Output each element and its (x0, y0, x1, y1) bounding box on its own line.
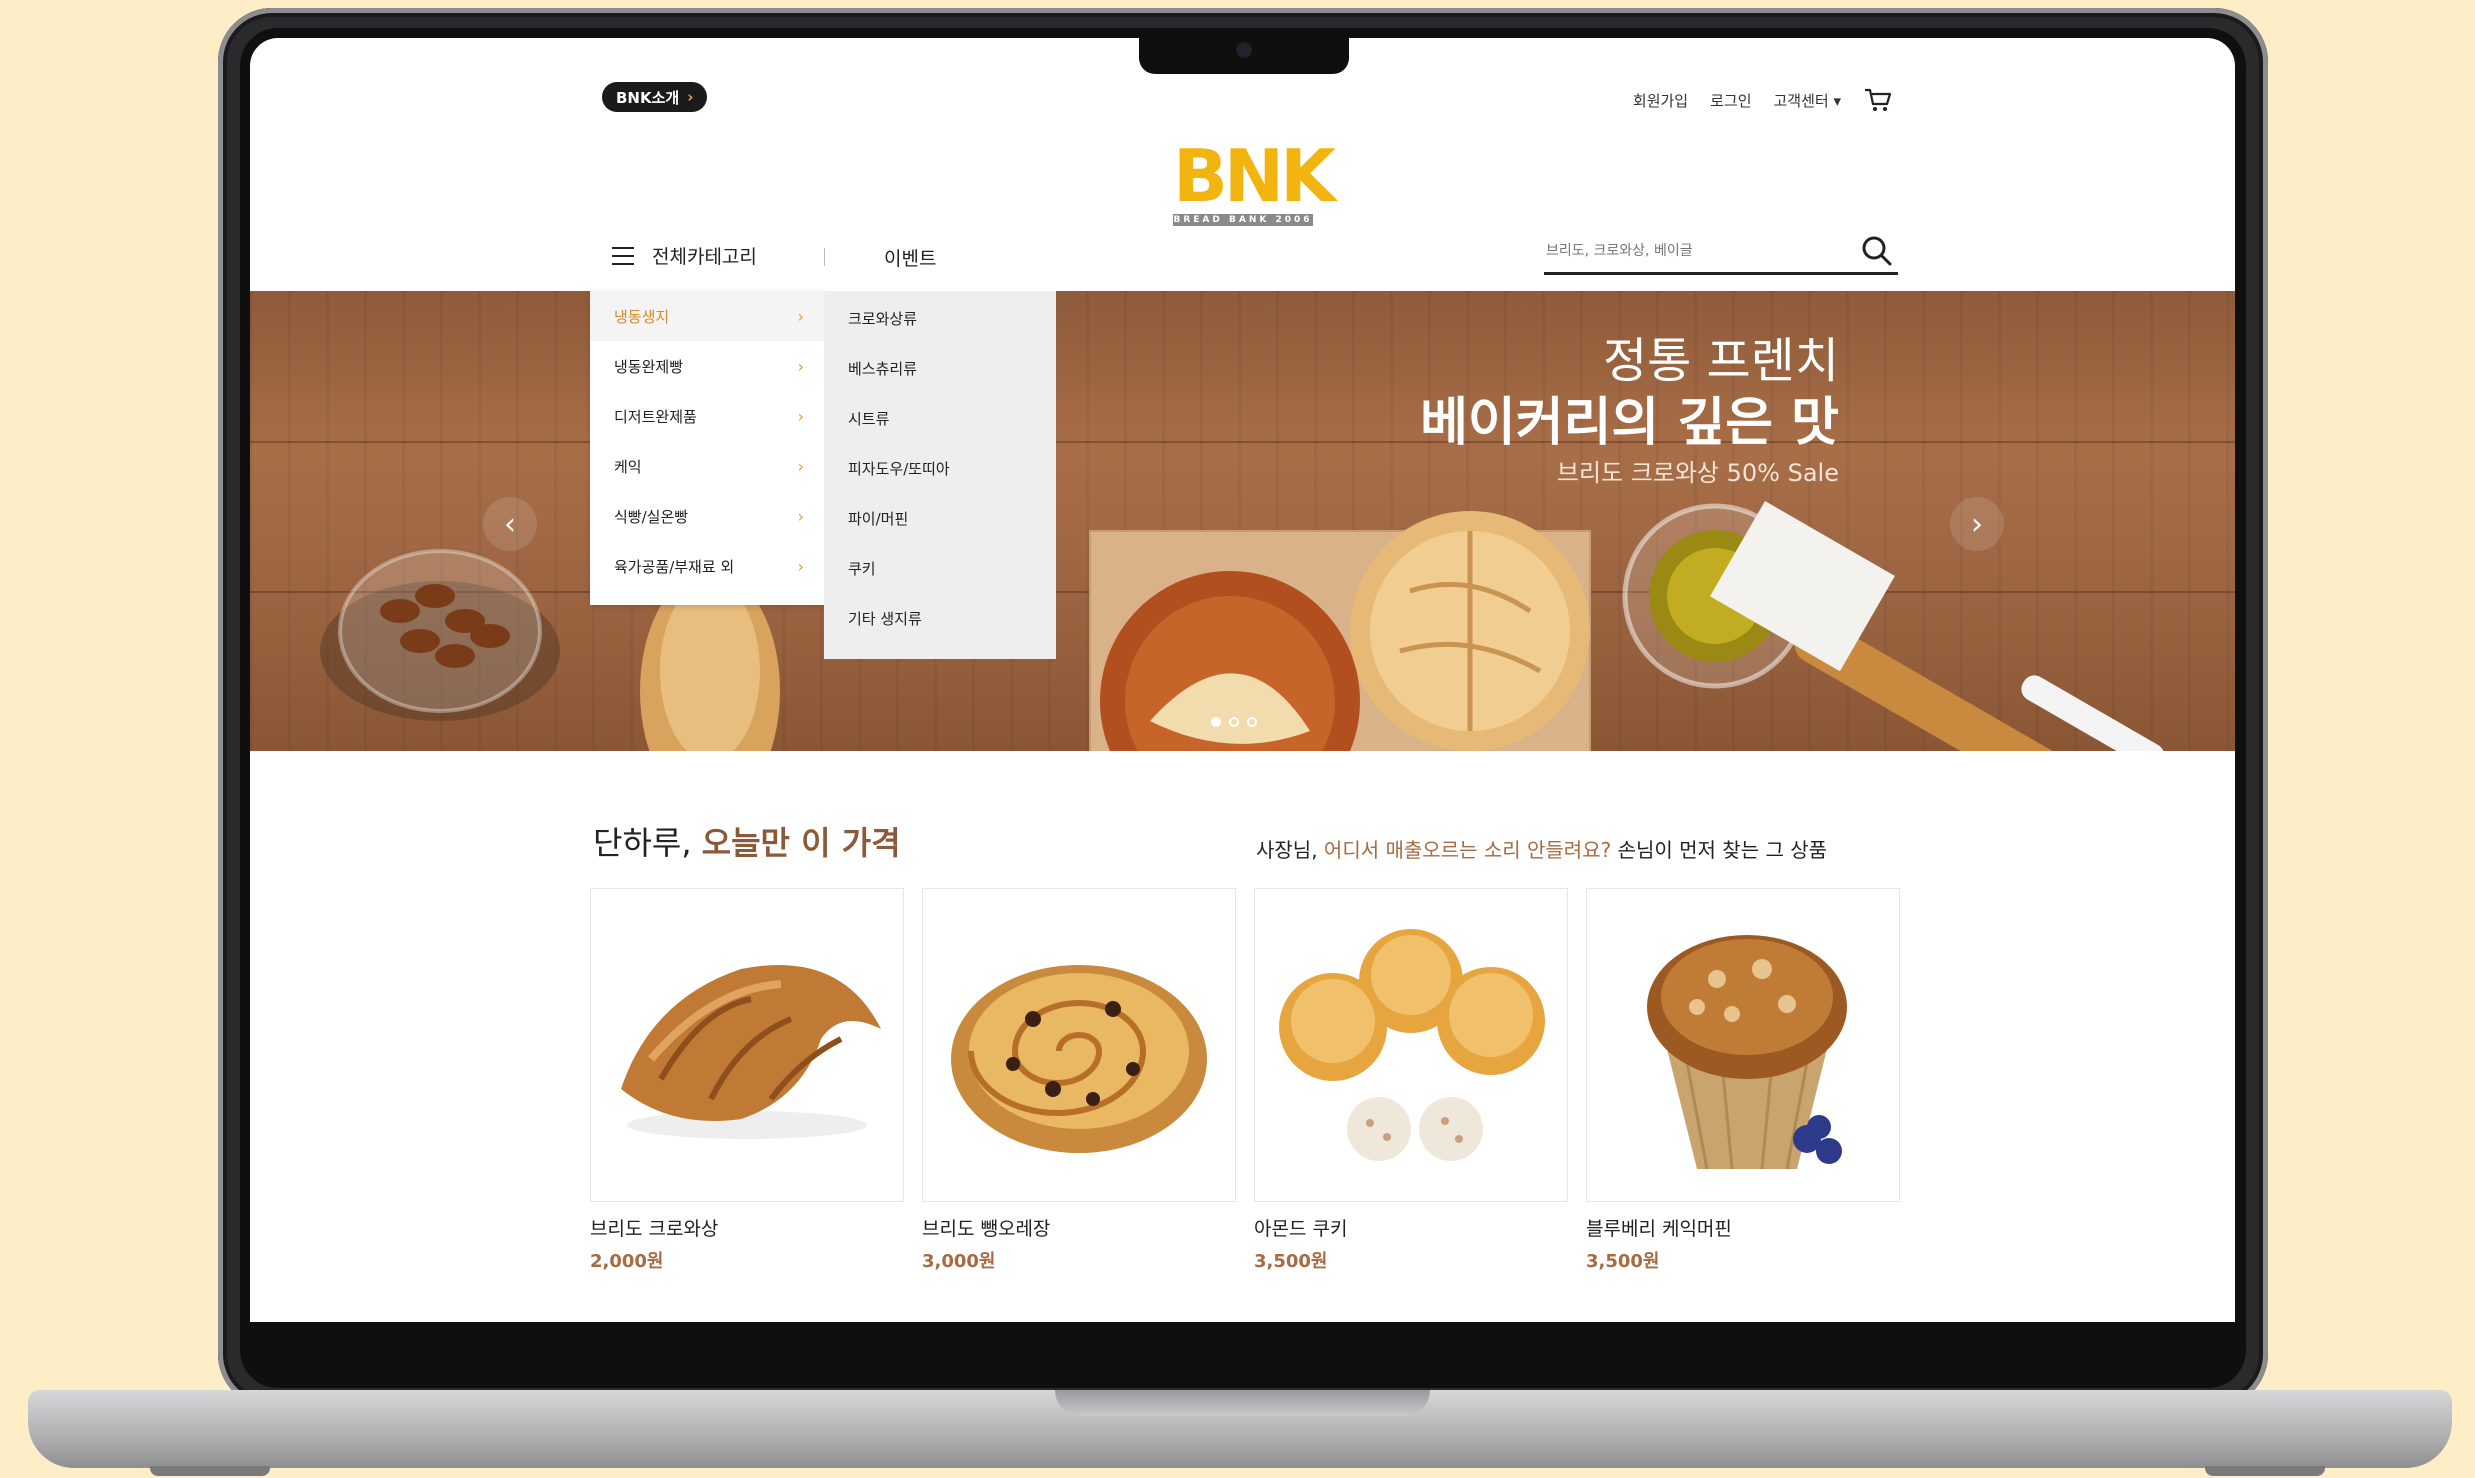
product-image[interactable] (1586, 888, 1900, 1202)
event-link[interactable]: 이벤트 (884, 244, 936, 271)
blueberry-muffin-image (1647, 935, 1847, 1170)
product-name[interactable]: 블루베리 케익머핀 (1586, 1214, 1900, 1241)
product-name[interactable]: 브리도 뺑오레장 (922, 1214, 1236, 1241)
search-icon[interactable] (1860, 234, 1894, 268)
chevron-right-icon: › (797, 356, 804, 376)
hero-line-2: 베이커리의 깊은 맛 (1420, 393, 1839, 453)
product-price: 3,500원 (1254, 1251, 1328, 1272)
bnk-intro-button[interactable]: BNK소개 › (602, 82, 708, 112)
chevron-right-icon: › (797, 306, 804, 326)
submenu-item[interactable]: 쿠키 (824, 543, 1056, 593)
hamburger-icon (612, 246, 634, 265)
utility-links: 회원가입 로그인 고객센터 ▾ (1633, 86, 1893, 114)
all-categories-label: 전체카테고리 (652, 246, 757, 268)
hero-line-1: 정통 프렌치 (1602, 333, 1839, 389)
camera-notch (1139, 38, 1349, 74)
croissant-image (621, 965, 881, 1139)
bnk-logo[interactable]: BNK BREAD BANK 2006 (1173, 134, 1336, 226)
product-price: 3,500원 (1586, 1251, 1660, 1272)
chevron-right-icon[interactable]: › (1950, 497, 2004, 551)
product-image[interactable] (922, 888, 1236, 1202)
slide-dot[interactable] (1247, 717, 1257, 727)
laptop-foot (2205, 1466, 2325, 1476)
product-name[interactable]: 브리도 크로와상 (590, 1214, 904, 1241)
section-subtitle: 사장님, 어디서 매출오르는 소리 안들려요? 손님이 먼저 찾는 그 상품 (1256, 834, 1827, 863)
cart-icon[interactable] (1863, 86, 1893, 114)
camera-icon (1238, 44, 1250, 56)
submenu-item[interactable]: 시트류 (824, 393, 1056, 443)
all-categories-button[interactable]: 전체카테고리 (612, 242, 757, 269)
menu-item-cake[interactable]: 케익 › (590, 441, 824, 491)
menu-item-frozen-bread[interactable]: 냉동완제빵 › (590, 341, 824, 391)
product-card[interactable]: 브리도 뺑오레장 3,000원 (922, 888, 1236, 1273)
category-menu: 냉동생지 › 냉동완제빵 › 디저트완제품 › 케익 › 식빵/실온빵 › 육가공품/부재… (590, 291, 824, 605)
menu-item-label: 육가공품/부재료 외 (614, 557, 735, 576)
menu-item-label: 냉동완제빵 (614, 357, 684, 376)
signup-link[interactable]: 회원가입 (1633, 90, 1688, 111)
section-title-accent: 오늘만 이 가격 (701, 824, 901, 862)
search-input[interactable] (1544, 232, 1838, 270)
subtitle-prefix: 사장님, (1256, 838, 1324, 862)
bnk-intro-label: BNK소개 (616, 88, 680, 107)
chevron-right-icon: › (797, 456, 804, 476)
product-image[interactable] (1254, 888, 1568, 1202)
menu-item-label: 식빵/실온빵 (614, 507, 689, 526)
submenu-item[interactable]: 파이/머핀 (824, 493, 1056, 543)
browser-screen: BNK소개 › 회원가입 로그인 고객센터 ▾ BNK BREAD BANK 2… (250, 38, 2235, 1322)
hero-copy: 정통 프렌치 베이커리의 깊은 맛 브리도 크로와상 50% Sale (1420, 331, 1839, 491)
menu-item-label: 디저트완제품 (614, 407, 697, 426)
hero-banner: 정통 프렌치 베이커리의 깊은 맛 브리도 크로와상 50% Sale ‹ › (250, 291, 2235, 751)
product-image[interactable] (590, 888, 904, 1202)
almond-cookie-image (1279, 929, 1545, 1161)
product-card[interactable]: 브리도 크로와상 2,000원 (590, 888, 904, 1273)
section-title-plain: 단하루, (593, 824, 702, 862)
nav-divider (824, 248, 825, 266)
chevron-right-icon: › (797, 556, 804, 576)
pain-aux-raisins-image (951, 965, 1207, 1153)
chevron-right-icon: › (797, 406, 804, 426)
slide-indicators (1211, 717, 1257, 727)
product-price: 3,000원 (922, 1251, 996, 1272)
subtitle-suffix: 손님이 먼저 찾는 그 상품 (1611, 838, 1828, 862)
chevron-left-icon[interactable]: ‹ (483, 497, 537, 551)
laptop-hinge-notch (1055, 1390, 1430, 1416)
submenu-item[interactable]: 크로와상류 (824, 293, 1056, 343)
laptop-foot (150, 1466, 270, 1476)
submenu-item[interactable]: 베스츄리류 (824, 343, 1056, 393)
section-title: 단하루, 오늘만 이 가격 (593, 818, 901, 864)
chevron-right-icon: › (687, 88, 694, 106)
menu-item-dessert[interactable]: 디저트완제품 › (590, 391, 824, 441)
menu-item-frozen-dough[interactable]: 냉동생지 › (590, 291, 824, 341)
subcategory-menu: 크로와상류 베스츄리류 시트류 피자도우/또띠아 파이/머핀 쿠키 기타 생지류 (824, 291, 1056, 659)
menu-item-loaf[interactable]: 식빵/실온빵 › (590, 491, 824, 541)
hero-line-3: 브리도 크로와상 50% Sale (1556, 459, 1839, 487)
menu-item-label: 냉동생지 (614, 307, 670, 326)
slide-dot[interactable] (1229, 717, 1239, 727)
product-card[interactable]: 아몬드 쿠키 3,500원 (1254, 888, 1568, 1273)
submenu-item[interactable]: 피자도우/또띠아 (824, 443, 1056, 493)
menu-item-label: 케익 (614, 457, 642, 476)
hero-illustration (320, 501, 2165, 751)
logo-mark: BNK (1173, 134, 1336, 218)
login-link[interactable]: 로그인 (1710, 90, 1751, 111)
main-nav: 전체카테고리 이벤트 (250, 228, 2235, 283)
product-name[interactable]: 아몬드 쿠키 (1254, 1214, 1568, 1241)
product-card[interactable]: 블루베리 케익머핀 3,500원 (1586, 888, 1900, 1273)
slide-dot[interactable] (1211, 717, 1221, 727)
product-list: 브리도 크로와상 2,000원 브리도 뺑오레장 3,000원 아몬드 쿠키 3… (590, 888, 1900, 1273)
chevron-right-icon: › (797, 506, 804, 526)
submenu-item[interactable]: 기타 생지류 (824, 593, 1056, 643)
product-price: 2,000원 (590, 1251, 664, 1272)
search-box (1544, 232, 1898, 275)
logo-tagline: BREAD BANK 2006 (1173, 214, 1313, 226)
menu-item-processed[interactable]: 육가공품/부재료 외 › (590, 541, 824, 591)
customer-center-link[interactable]: 고객센터 ▾ (1774, 90, 1842, 111)
subtitle-accent: 어디서 매출오르는 소리 안들려요? (1323, 838, 1612, 862)
